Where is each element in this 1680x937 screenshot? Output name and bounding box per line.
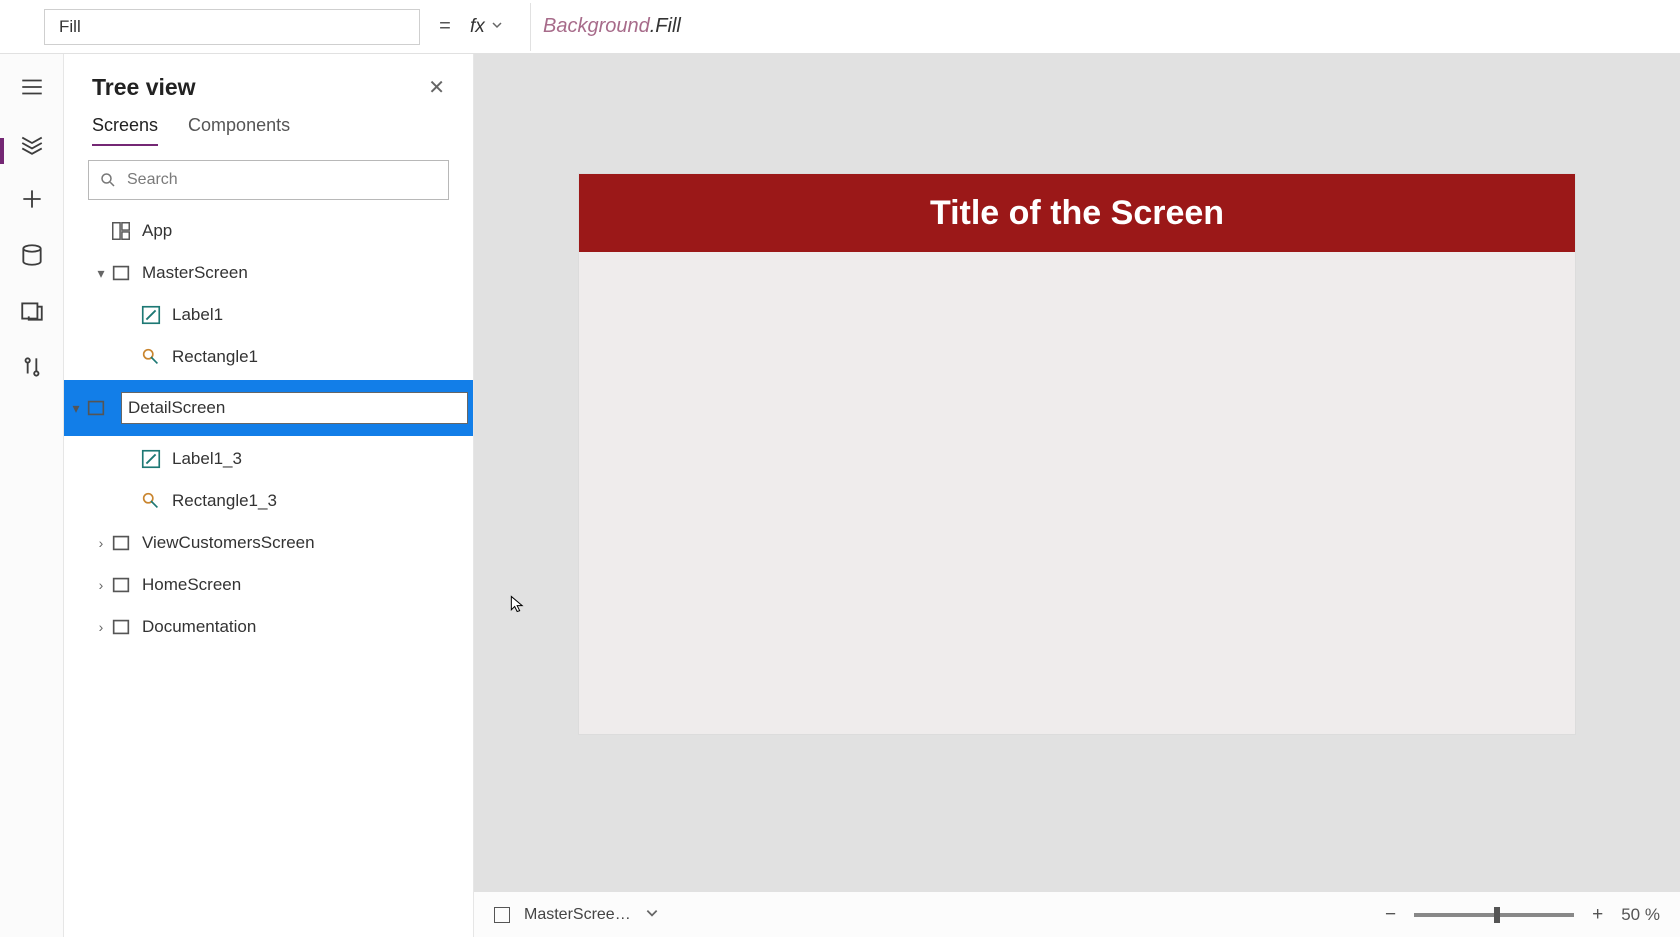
canvas-area: Title of the Screen MasterScree… − <box>474 54 1680 937</box>
search-input[interactable]: Search <box>88 160 449 200</box>
tree-node-app[interactable]: ▾ App <box>64 210 473 252</box>
chevron-down-icon[interactable] <box>645 906 659 923</box>
zoom-out-button[interactable]: − <box>1385 904 1396 926</box>
search-placeholder: Search <box>127 171 178 189</box>
media-icon[interactable] <box>19 298 45 324</box>
tree-view-panel: Tree view ✕ Screens Components Search ▾ <box>64 54 474 937</box>
screen-icon <box>110 262 132 284</box>
caret-right-icon[interactable]: › <box>92 577 110 593</box>
zoom-in-button[interactable]: + <box>1592 904 1603 926</box>
caret-right-icon[interactable]: › <box>92 619 110 635</box>
tree-node-viewcustomersscreen[interactable]: › ViewCustomersScreen <box>64 522 473 564</box>
insert-icon[interactable] <box>19 186 45 212</box>
tree-node-label1[interactable]: ▾ Label1 <box>64 294 473 336</box>
caret-down-icon[interactable]: ▾ <box>92 265 110 282</box>
formula-input[interactable]: Background.Fill <box>530 3 1680 51</box>
tree-node-label: Documentation <box>142 617 256 637</box>
tree-node-label: Rectangle1 <box>172 347 258 367</box>
shape-icon <box>140 490 162 512</box>
tree-node-documentation[interactable]: › Documentation <box>64 606 473 648</box>
screen-header: Title of the Screen <box>579 174 1575 252</box>
search-icon <box>99 171 117 189</box>
status-bar: MasterScree… − + 50 % <box>474 891 1680 937</box>
tree-node-label: MasterScreen <box>142 263 248 283</box>
close-icon[interactable]: ✕ <box>428 75 445 100</box>
tab-components[interactable]: Components <box>188 115 290 146</box>
tree-node-label1_3[interactable]: ▾ Label1_3 <box>64 438 473 480</box>
status-screen-name[interactable]: MasterScree… <box>524 906 631 924</box>
caret-right-icon[interactable]: › <box>92 535 110 551</box>
screen-icon <box>110 532 132 554</box>
equals-label: = <box>430 15 460 38</box>
fx-button[interactable]: fx <box>470 16 530 38</box>
tree-node-label: App <box>142 221 172 241</box>
tree-view-title: Tree view <box>92 74 196 101</box>
label-icon <box>140 448 162 470</box>
tree-list: ▾ App ▾ MasterScreen ▾ <box>64 210 473 937</box>
data-icon[interactable] <box>19 242 45 268</box>
caret-down-icon[interactable]: ▾ <box>67 400 85 417</box>
screen-icon <box>110 574 132 596</box>
tree-node-label: ViewCustomersScreen <box>142 533 315 553</box>
chevron-down-icon <box>491 19 503 34</box>
zoom-value: 50 <box>1621 905 1640 924</box>
tab-screens[interactable]: Screens <box>92 115 158 146</box>
screen-icon <box>494 907 510 923</box>
label-icon <box>140 304 162 326</box>
formula-bar: Fill = fx Background.Fill <box>0 0 1680 54</box>
screen-header-title: Title of the Screen <box>930 194 1224 233</box>
formula-object: Background <box>543 15 650 38</box>
tree-node-label: Label1 <box>172 305 223 325</box>
property-dropdown[interactable]: Fill <box>44 9 420 45</box>
tree-node-label: HomeScreen <box>142 575 241 595</box>
zoom-controls: − + 50 % <box>1385 904 1660 926</box>
zoom-slider[interactable] <box>1414 913 1574 917</box>
property-dropdown-label: Fill <box>59 17 81 37</box>
tree-view-icon[interactable] <box>19 130 45 156</box>
left-rail <box>0 54 64 937</box>
tools-icon[interactable] <box>19 354 45 380</box>
screen-icon <box>110 616 132 638</box>
shape-icon <box>140 346 162 368</box>
app-icon <box>110 220 132 242</box>
tree-node-rectangle1_3[interactable]: ▾ Rectangle1_3 <box>64 480 473 522</box>
rename-input[interactable] <box>121 392 468 424</box>
tree-node-detailscreen-editing[interactable]: ▾ <box>64 380 473 436</box>
tree-node-homescreen[interactable]: › HomeScreen <box>64 564 473 606</box>
screen-icon <box>85 397 107 419</box>
active-rail-indicator <box>0 138 4 164</box>
screen-preview[interactable]: Title of the Screen <box>579 174 1575 734</box>
tree-node-label: Rectangle1_3 <box>172 491 277 511</box>
tree-node-rectangle1[interactable]: ▾ Rectangle1 <box>64 336 473 378</box>
tree-node-masterscreen[interactable]: ▾ MasterScreen <box>64 252 473 294</box>
hamburger-icon[interactable] <box>19 74 45 100</box>
formula-property: .Fill <box>650 15 681 38</box>
zoom-unit: % <box>1645 905 1660 924</box>
fx-label: fx <box>470 16 485 38</box>
tree-node-label: Label1_3 <box>172 449 242 469</box>
